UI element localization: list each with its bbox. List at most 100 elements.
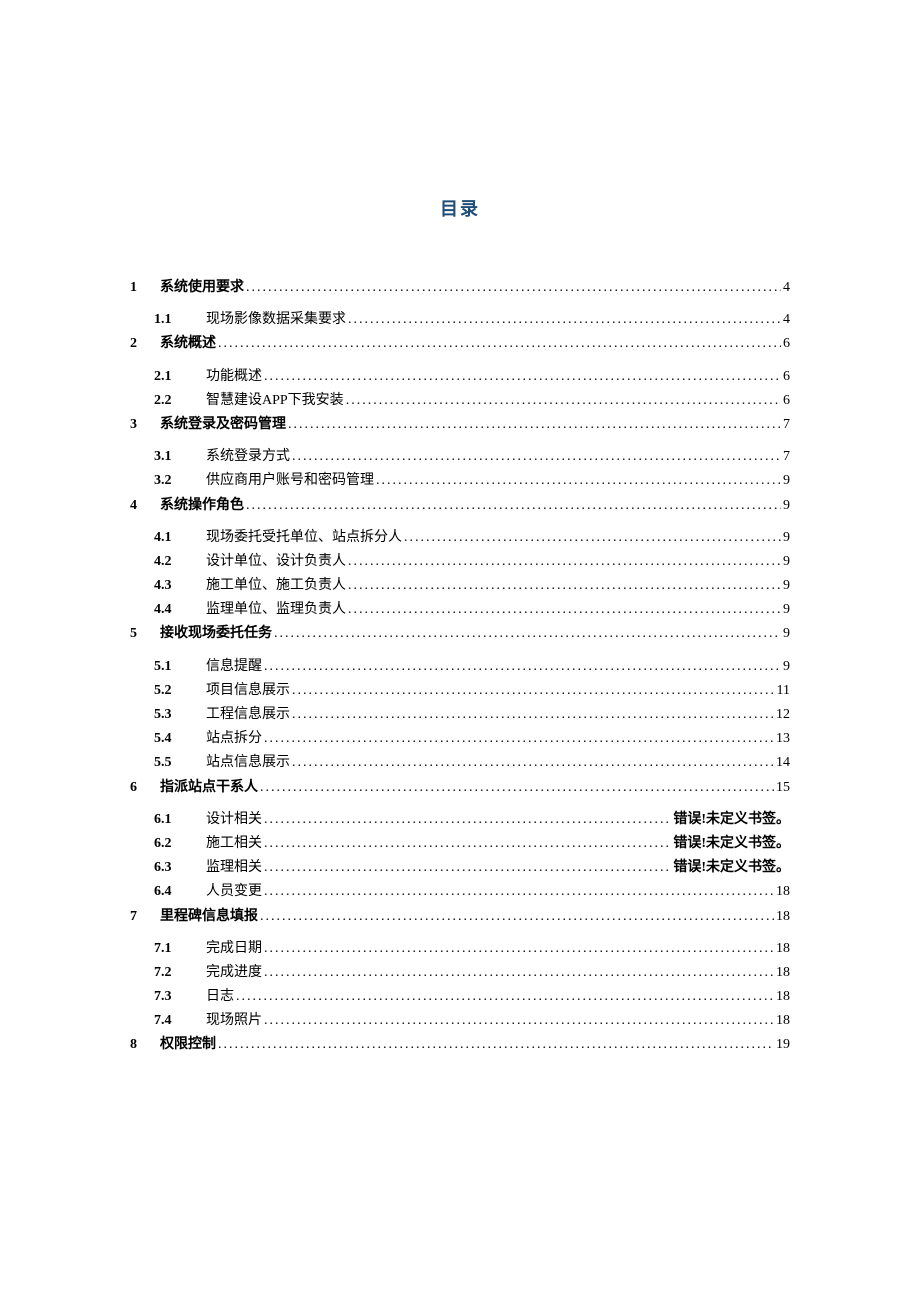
toc-leader-dots: [264, 835, 671, 853]
toc-number: 1.1: [154, 311, 206, 329]
toc-label: 系统概述: [160, 335, 218, 353]
toc-label: 施工单位、施工负责人: [206, 577, 348, 595]
toc-number: 7.4: [154, 1012, 206, 1030]
toc-entry: 3.1系统登录方式7: [154, 448, 790, 466]
toc-entry: 5.4站点拆分13: [154, 730, 790, 748]
toc-page: 18: [774, 883, 790, 901]
toc-leader-dots: [264, 883, 774, 901]
toc-number: 7.2: [154, 964, 206, 982]
toc-entry: 7里程碑信息填报 18: [130, 908, 790, 926]
toc-entry: 1.1现场影像数据采集要求 4: [154, 311, 790, 329]
toc-entry: 6.4人员变更 18: [154, 883, 790, 901]
toc-number: 3.2: [154, 472, 206, 490]
toc-entry: 7.4现场照片18: [154, 1012, 790, 1030]
toc-title: 目录: [130, 195, 790, 221]
toc-leader-dots: [348, 311, 781, 329]
toc-leader-dots: [218, 335, 781, 353]
toc-label: 现场委托受托单位、站点拆分人: [206, 529, 404, 547]
toc-leader-dots: [264, 940, 774, 958]
toc-entry: 2系统概述 6: [130, 335, 790, 353]
toc-page: 19: [774, 1036, 790, 1054]
toc-leader-dots: [264, 730, 774, 748]
toc-entry: 5.5站点信息展示14: [154, 754, 790, 772]
toc-leader-dots: [348, 577, 781, 595]
toc-number: 7.3: [154, 988, 206, 1006]
toc-page: 错误!未定义书签。: [671, 811, 790, 829]
toc-label: 现场照片: [206, 1012, 264, 1030]
toc-label: 系统操作角色: [160, 497, 246, 515]
toc-number: 5.5: [154, 754, 206, 772]
toc-page: 9: [781, 625, 790, 643]
toc-label: 设计相关: [206, 811, 264, 829]
toc-label: 日志: [206, 988, 236, 1006]
toc-leader-dots: [260, 779, 774, 797]
toc-entry: 3.2供应商用户账号和密码管理9: [154, 472, 790, 490]
toc-page: 错误!未定义书签。: [671, 835, 790, 853]
toc-entry: 4.1现场委托受托单位、站点拆分人9: [154, 529, 790, 547]
toc-number: 6.1: [154, 811, 206, 829]
toc-leader-dots: [292, 706, 774, 724]
toc-page: 14: [774, 754, 790, 772]
toc-page: 13: [774, 730, 790, 748]
toc-number: 2: [130, 335, 160, 353]
toc-label: 完成日期: [206, 940, 264, 958]
toc-page: 6: [781, 335, 790, 353]
toc-label: 系统登录方式: [206, 448, 292, 466]
toc-page: 7: [781, 448, 790, 466]
toc-page: 18: [774, 908, 790, 926]
toc-entry: 4.2设计单位、设计负责人9: [154, 553, 790, 571]
toc-leader-dots: [264, 658, 781, 676]
toc-number: 5.1: [154, 658, 206, 676]
toc-entry: 7.1完成日期18: [154, 940, 790, 958]
toc-page: 9: [781, 497, 790, 515]
toc-page: 4: [781, 279, 790, 297]
toc-label: 功能概述: [206, 368, 264, 386]
toc-entry: 8权限控制19: [130, 1036, 790, 1054]
toc-label: 人员变更: [206, 883, 264, 901]
toc-page: 9: [781, 529, 790, 547]
toc-label: 现场影像数据采集要求: [206, 311, 348, 329]
toc-leader-dots: [264, 368, 781, 386]
toc-leader-dots: [348, 553, 781, 571]
toc-label: 权限控制: [160, 1036, 218, 1054]
toc-leader-dots: [292, 754, 774, 772]
toc-label: 完成进度: [206, 964, 264, 982]
toc-entry: 6.2施工相关错误!未定义书签。: [154, 835, 790, 853]
toc-entry: 1系统使用要求4: [130, 279, 790, 297]
toc-label: 工程信息展示: [206, 706, 292, 724]
toc-list: 1系统使用要求41.1现场影像数据采集要求42系统概述62.1功能概述62.2智…: [130, 279, 790, 1055]
toc-entry: 5.3工程信息展示12: [154, 706, 790, 724]
toc-leader-dots: [264, 964, 774, 982]
toc-entry: 5接收现场委托任务9: [130, 625, 790, 643]
toc-page: 错误!未定义书签。: [671, 859, 790, 877]
toc-number: 3: [130, 416, 160, 434]
toc-entry: 3系统登录及密码管理7: [130, 416, 790, 434]
toc-label: 监理单位、监理负责人: [206, 601, 348, 619]
toc-label: 接收现场委托任务: [160, 625, 274, 643]
toc-leader-dots: [246, 497, 781, 515]
toc-page: 11: [775, 682, 790, 700]
toc-label: 指派站点干系人: [160, 779, 260, 797]
toc-number: 7: [130, 908, 160, 926]
toc-page: 9: [781, 553, 790, 571]
toc-label: 信息提醒: [206, 658, 264, 676]
toc-number: 4.3: [154, 577, 206, 595]
toc-leader-dots: [274, 625, 781, 643]
toc-label: 智慧建设APP下我安装: [206, 392, 346, 410]
toc-label: 里程碑信息填报: [160, 908, 260, 926]
toc-entry: 5.1信息提醒 9: [154, 658, 790, 676]
toc-page: 9: [781, 658, 790, 676]
toc-page: 6: [781, 392, 790, 410]
toc-page: 4: [781, 311, 790, 329]
toc-label: 系统使用要求: [160, 279, 246, 297]
toc-leader-dots: [264, 811, 671, 829]
toc-entry: 5.2项目信息展示11: [154, 682, 790, 700]
toc-number: 5.2: [154, 682, 206, 700]
toc-leader-dots: [264, 1012, 774, 1030]
toc-leader-dots: [260, 908, 774, 926]
toc-number: 6.4: [154, 883, 206, 901]
toc-number: 6.3: [154, 859, 206, 877]
toc-leader-dots: [218, 1036, 774, 1054]
toc-entry: 4.4监理单位、监理负责人9: [154, 601, 790, 619]
toc-label: 供应商用户账号和密码管理: [206, 472, 376, 490]
